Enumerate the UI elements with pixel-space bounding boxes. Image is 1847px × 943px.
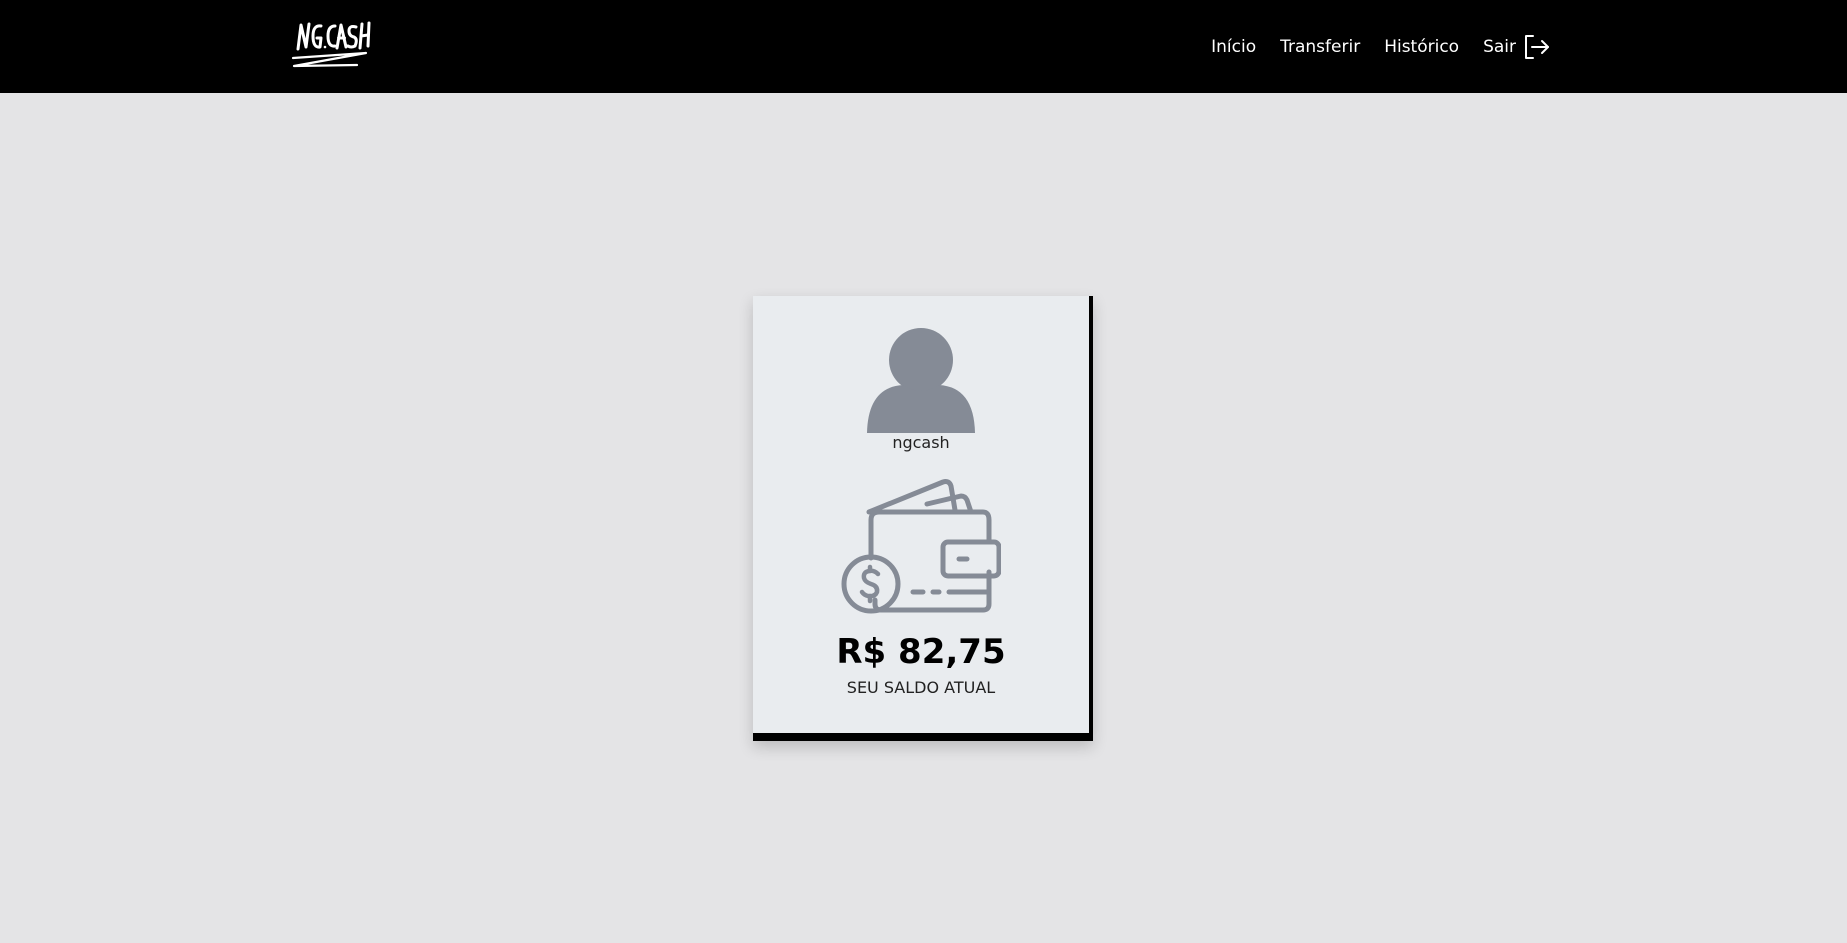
- logout-icon: [1525, 34, 1549, 59]
- ngcash-logo-icon: [291, 21, 371, 68]
- main-nav: Início Transferir Histórico Sair: [1211, 0, 1550, 93]
- balance-amount: R$ 82,75: [836, 632, 1006, 672]
- nav-item-historico[interactable]: Histórico: [1384, 37, 1459, 57]
- top-navbar: Início Transferir Histórico Sair: [0, 0, 1847, 93]
- user-avatar-icon: [867, 328, 975, 433]
- wallet-icon: [841, 479, 1001, 614]
- balance-label: SEU SALDO ATUAL: [846, 678, 996, 697]
- username: ngcash: [892, 433, 950, 452]
- logout-button[interactable]: Sair: [1483, 34, 1550, 60]
- account-card: ngcash R$ 82,75 SEU SALDO ATUAL: [753, 296, 1093, 741]
- logout-label: Sair: [1483, 36, 1516, 57]
- brand-logo[interactable]: [291, 20, 371, 74]
- nav-item-inicio[interactable]: Início: [1211, 37, 1256, 57]
- nav-item-transferir[interactable]: Transferir: [1280, 37, 1360, 57]
